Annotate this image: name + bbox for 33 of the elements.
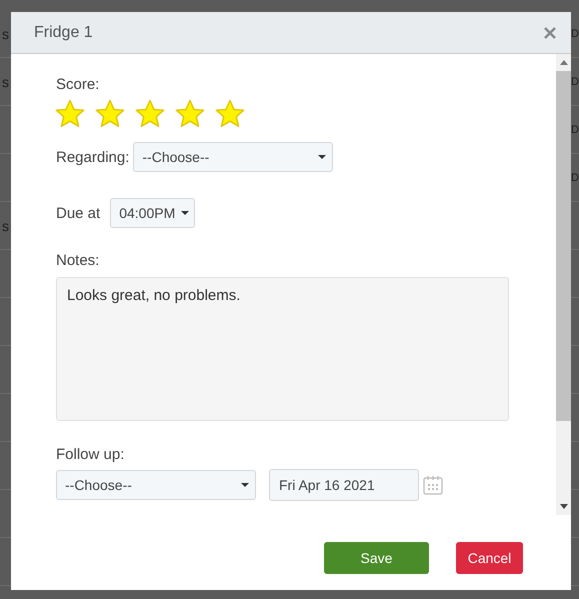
- dropdown[interactable]: --Choose--: [133, 142, 334, 172]
- dropdown[interactable]: 04:00PM: [110, 198, 196, 228]
- dialog-title: Fridge 1: [34, 24, 93, 42]
- table-cell-text: s: [1, 74, 9, 90]
- field-label: Follow up:: [56, 446, 126, 463]
- table-cell-text: s: [1, 26, 9, 42]
- star-icon[interactable]: [55, 99, 85, 128]
- field-label: Notes:: [56, 252, 100, 269]
- calendar-icon[interactable]: [423, 475, 443, 495]
- caret-icon: [318, 155, 326, 159]
- star-icon[interactable]: [215, 99, 245, 128]
- star-icon[interactable]: [95, 99, 125, 128]
- save-button[interactable]: Save: [324, 542, 429, 574]
- notes-field[interactable]: Looks great, no problems.: [56, 277, 509, 421]
- star-icon[interactable]: [135, 99, 165, 128]
- table-cell: D: [571, 124, 579, 136]
- cancel-button[interactable]: Cancel: [456, 542, 523, 574]
- dropdown[interactable]: --Choose--: [56, 470, 256, 500]
- scroll-down-icon[interactable]: [560, 504, 568, 509]
- table-cell: D: [571, 172, 579, 184]
- field-label: Score:: [56, 76, 100, 93]
- table-cell: D: [571, 28, 579, 40]
- scroll-up-icon[interactable]: [560, 60, 568, 65]
- field-label: Regarding:: [56, 148, 130, 166]
- table-cell: D: [571, 76, 579, 88]
- date-field[interactable]: Fri Apr 16 2021: [269, 469, 419, 501]
- star-icon[interactable]: [175, 99, 205, 128]
- caret-icon: [181, 211, 190, 215]
- table-cell-text: s: [1, 218, 9, 234]
- scrollbar[interactable]: [556, 54, 571, 515]
- caret-icon: [241, 483, 249, 487]
- field-label: Due at: [56, 204, 100, 222]
- close-icon[interactable]: [543, 26, 557, 40]
